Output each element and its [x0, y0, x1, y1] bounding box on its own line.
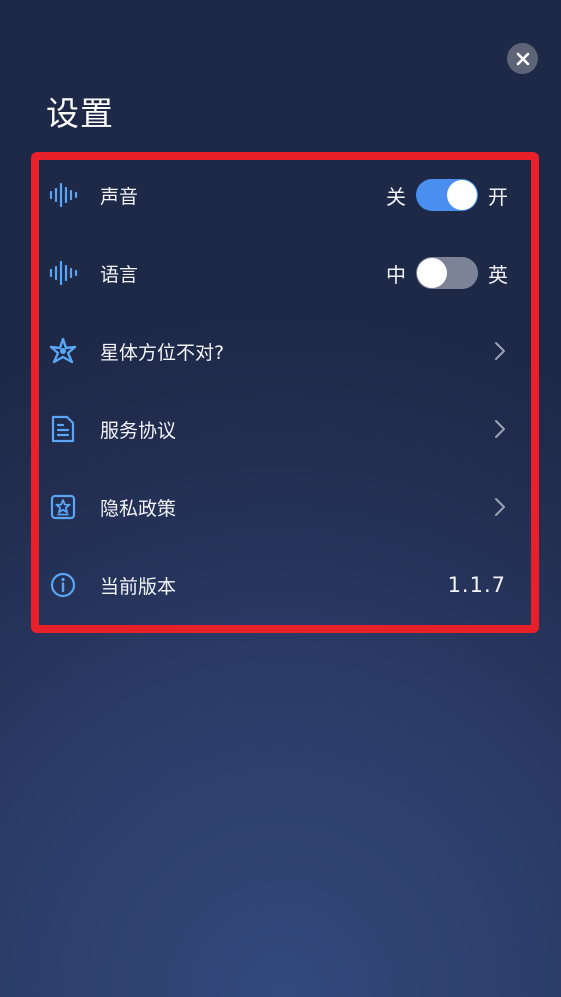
- sound-on-label: 开: [488, 184, 508, 209]
- language-toggle-group: 中 英: [386, 257, 508, 289]
- service-agreement-label: 服务协议: [100, 419, 177, 442]
- page-title: 设置: [46, 94, 114, 133]
- chevron-right-icon: [494, 341, 506, 361]
- chevron-right-icon: [494, 419, 506, 439]
- language-right-label: 英: [488, 262, 508, 287]
- language-label: 语言: [100, 263, 139, 286]
- star-compass-icon: [48, 336, 78, 366]
- highlight-frame: [31, 152, 539, 633]
- settings-row-version: 当前版本 1.1.7: [48, 565, 508, 605]
- star-orientation-label: 星体方位不对?: [100, 341, 225, 364]
- toggle-knob: [447, 180, 477, 210]
- sound-label: 声音: [100, 185, 139, 208]
- settings-row-language: 语言 中 英: [48, 253, 508, 293]
- chevron-right-icon: [494, 497, 506, 517]
- privacy-star-icon: [48, 492, 78, 522]
- settings-row-privacy-policy[interactable]: 隐私政策: [48, 487, 508, 527]
- language-left-label: 中: [386, 262, 406, 287]
- document-icon: [48, 414, 78, 444]
- version-value: 1.1.7: [447, 573, 506, 597]
- settings-row-sound: 声音 关 开: [48, 175, 508, 215]
- info-icon: [48, 570, 78, 600]
- settings-row-star-orientation[interactable]: 星体方位不对?: [48, 331, 508, 371]
- privacy-policy-label: 隐私政策: [100, 497, 177, 520]
- sound-off-label: 关: [386, 184, 406, 209]
- sound-toggle-group: 关 开: [386, 179, 508, 211]
- close-icon: [516, 52, 529, 65]
- sound-wave-icon: [48, 258, 78, 288]
- version-label: 当前版本: [100, 575, 177, 598]
- settings-row-service-agreement[interactable]: 服务协议: [48, 409, 508, 449]
- language-toggle[interactable]: [416, 257, 478, 289]
- toggle-knob: [417, 258, 447, 288]
- sound-wave-icon: [48, 180, 78, 210]
- sound-toggle[interactable]: [416, 179, 478, 211]
- close-button[interactable]: [507, 43, 538, 74]
